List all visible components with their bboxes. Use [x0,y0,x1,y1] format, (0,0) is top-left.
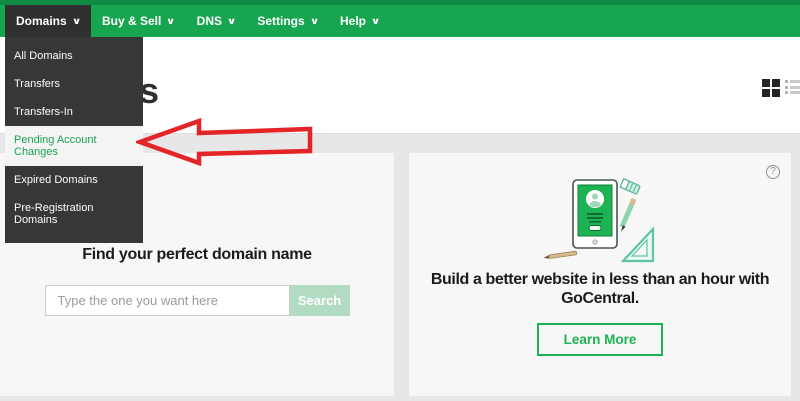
nav-item-buy-sell[interactable]: Buy & Sell ∨ [91,5,186,37]
nav-item-domains[interactable]: Domains ∨ [5,5,91,37]
chevron-down-icon: ∨ [309,15,320,26]
nav-item-label: DNS [196,14,223,28]
grid-view-icon[interactable] [762,79,780,97]
grid-square [772,79,780,87]
domain-search-button[interactable]: Search [289,285,350,316]
list-bar [790,85,800,89]
list-dot [785,80,788,83]
domain-search-input[interactable] [44,285,290,316]
menu-item-transfers[interactable]: Transfers [5,70,143,98]
list-dot [785,85,788,89]
nav-item-label: Domains [16,14,67,28]
domains-dropdown-menu: All Domains Transfers Transfers-In Pendi… [5,37,143,243]
chevron-down-icon: ∨ [166,15,176,26]
gocentral-promo-card: ? Build a better website in less than an… [409,153,791,396]
menu-item-expired-domains[interactable]: Expired Domains [5,166,143,194]
nav-item-label: Help [339,14,366,28]
chevron-down-icon: ∨ [71,15,82,26]
menu-item-all-domains[interactable]: All Domains [5,42,143,70]
list-view-icon[interactable] [785,79,800,96]
nav-item-help[interactable]: Help ∨ [329,5,390,37]
list-row [785,91,800,94]
website-builder-illustration [543,177,655,263]
red-annotation-arrow [136,118,313,166]
list-bar [790,91,800,94]
nav-item-dns[interactable]: DNS ∨ [186,5,247,37]
help-icon[interactable]: ? [766,165,780,179]
learn-more-button[interactable]: Learn More [536,323,664,357]
gocentral-heading: Build a better website in less than an h… [430,271,770,308]
menu-item-transfers-in[interactable]: Transfers-In [5,98,143,126]
grid-square [762,89,770,97]
list-row [785,85,800,89]
top-navigation: Domains ∨ Buy & Sell ∨ DNS ∨ Settings ∨ … [0,0,800,37]
nav-item-label: Buy & Sell [102,14,162,28]
grid-square [772,89,780,97]
domain-search-heading: Find your perfect domain name [82,246,312,263]
list-dot [785,91,788,94]
nav-item-settings[interactable]: Settings ∨ [246,5,329,37]
list-bar [790,80,800,83]
godaddy-domains-page: Domains Find your perfect domain name Se… [0,0,800,401]
nav-item-label: Settings [257,14,305,28]
list-row [785,80,800,83]
menu-item-pending-account-changes[interactable]: Pending Account Changes [5,126,143,166]
domain-search-row: Search [0,285,394,316]
grid-square [762,79,770,87]
menu-item-pre-registration-domains[interactable]: Pre-Registration Domains [5,194,143,234]
gocentral-illustration [535,173,665,268]
chevron-down-icon: ∨ [370,15,381,26]
view-toggles [762,79,800,97]
chevron-down-icon: ∨ [226,15,237,26]
